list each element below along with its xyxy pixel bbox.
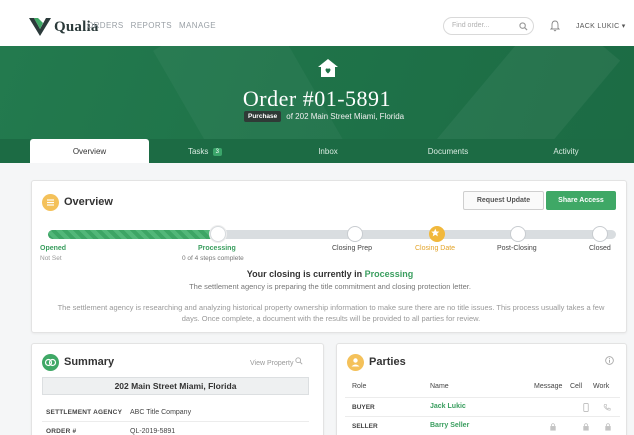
summary-row: SETTLEMENT AGENCY ABC Title Company [42, 403, 309, 422]
summary-key: SETTLEMENT AGENCY [46, 409, 123, 416]
tab-label: Documents [427, 147, 469, 156]
parties-icon [347, 354, 364, 371]
user-menu[interactable]: JACK LUKIC ▾ [576, 22, 626, 30]
column-work: Work [593, 383, 610, 390]
overview-card: Overview Request Update Share Access Ope… [31, 180, 627, 333]
step-label-opened: Opened [40, 245, 67, 252]
step-sub-processing: 0 of 4 steps complete [182, 255, 244, 262]
property-address: 202 Main Street Miami, Florida [42, 377, 309, 395]
column-message: Message [534, 383, 563, 390]
tab-documents[interactable]: Documents [409, 139, 487, 163]
step-node-processing[interactable] [210, 226, 226, 242]
list-icon [47, 199, 54, 206]
tasks-count-badge: 3 [212, 148, 223, 156]
step-label-closing-prep: Closing Prep [332, 245, 373, 252]
parties-title: Parties [369, 356, 406, 368]
qualia-logo-icon [29, 18, 51, 36]
phone-icon[interactable] [603, 403, 611, 412]
bell-icon[interactable] [550, 20, 560, 32]
overview-icon [42, 194, 59, 211]
order-title: Order #01-5891 [242, 86, 392, 111]
summary-icon [42, 354, 59, 371]
step-label-closing-date: Closing Date [415, 245, 456, 252]
step-label-processing: Processing [198, 245, 236, 252]
view-property-label: View Property [250, 360, 294, 367]
user-name: JACK LUKIC [576, 23, 620, 30]
column-role: Role [352, 383, 367, 390]
step-label-closed: Closed [589, 245, 611, 252]
info-icon[interactable] [605, 356, 614, 365]
summary-card: Summary View Property 202 Main Street Mi… [31, 343, 324, 435]
party-name[interactable]: Barry Seller [430, 422, 469, 429]
star-icon [431, 228, 440, 237]
mobile-phone-icon[interactable] [582, 403, 590, 412]
progress-fill [48, 230, 220, 239]
request-update-button[interactable]: Request Update [463, 191, 544, 210]
status-value: Processing [364, 269, 414, 279]
lock-icon [583, 423, 589, 431]
party-role: BUYER [352, 404, 375, 411]
search-icon[interactable] [519, 22, 528, 31]
summary-row: ORDER # QL-2019-5891 [42, 422, 309, 435]
status-description: The settlement agency is researching and… [57, 303, 605, 323]
column-cell: Cell [570, 383, 583, 390]
rings-icon [44, 358, 57, 367]
nav-reports[interactable]: REPORTS [131, 21, 172, 30]
column-name: Name [430, 383, 449, 390]
parties-card: Parties Role Name Message Cell Work BUYE… [336, 343, 627, 435]
house-icon [318, 59, 338, 77]
find-order-input[interactable]: Find order... [443, 17, 534, 35]
tab-inbox[interactable]: Inbox [292, 139, 364, 163]
view-property-link[interactable]: View Property [250, 357, 303, 367]
overview-title: Overview [64, 196, 113, 208]
closing-status-heading: Your closing is currently in Processing [32, 269, 628, 279]
table-row: SELLER Barry Seller [345, 416, 620, 435]
status-subtitle: The settlement agency is preparing the t… [189, 282, 471, 291]
tab-overview[interactable]: Overview [30, 139, 149, 163]
tab-tasks[interactable]: Tasks 3 [165, 139, 245, 163]
party-role: SELLER [352, 423, 378, 430]
summary-value: ABC Title Company [130, 409, 192, 416]
party-name[interactable]: Jack Lukic [430, 403, 466, 410]
transaction-type-badge: Purchase [244, 111, 282, 122]
summary-title: Summary [64, 356, 115, 368]
step-node-closed[interactable] [592, 226, 608, 242]
find-order-placeholder: Find order... [452, 22, 490, 29]
progress-track [48, 230, 616, 239]
order-subtitle: Purchase of 202 Main Street Miami, Flori… [244, 111, 404, 122]
step-sub-opened: Not Set [40, 255, 62, 262]
step-node-closing-date[interactable] [429, 226, 445, 242]
search-icon [295, 357, 303, 365]
order-address: of 202 Main Street Miami, Florida [286, 112, 405, 121]
people-icon [351, 358, 360, 367]
share-access-button[interactable]: Share Access [546, 191, 616, 210]
table-row: BUYER Jack Lukic [345, 397, 620, 416]
tab-label: Overview [72, 147, 107, 156]
main-nav: ORDERS REPORTS MANAGE [87, 21, 216, 30]
lock-icon [550, 423, 556, 431]
top-navbar: Qualia ORDERS REPORTS MANAGE Find order.… [0, 0, 634, 52]
step-label-post-closing: Post-Closing [497, 245, 537, 252]
tab-label: Activity [553, 147, 579, 156]
tab-activity[interactable]: Activity [530, 139, 602, 163]
status-prefix: Your closing is currently in [246, 269, 363, 279]
lock-icon [605, 423, 611, 431]
chevron-down-icon: ▾ [621, 23, 626, 30]
step-node-closing-prep[interactable] [347, 226, 363, 242]
nav-manage[interactable]: MANAGE [179, 21, 216, 30]
nav-orders[interactable]: ORDERS [87, 21, 124, 30]
summary-key: ORDER # [46, 428, 77, 435]
step-node-post-closing[interactable] [510, 226, 526, 242]
tab-label: Tasks [187, 147, 209, 156]
summary-value: QL-2019-5891 [130, 428, 176, 435]
tab-label: Inbox [318, 147, 338, 156]
order-tabs: Overview Tasks 3 Inbox Documents Activit… [0, 139, 634, 163]
